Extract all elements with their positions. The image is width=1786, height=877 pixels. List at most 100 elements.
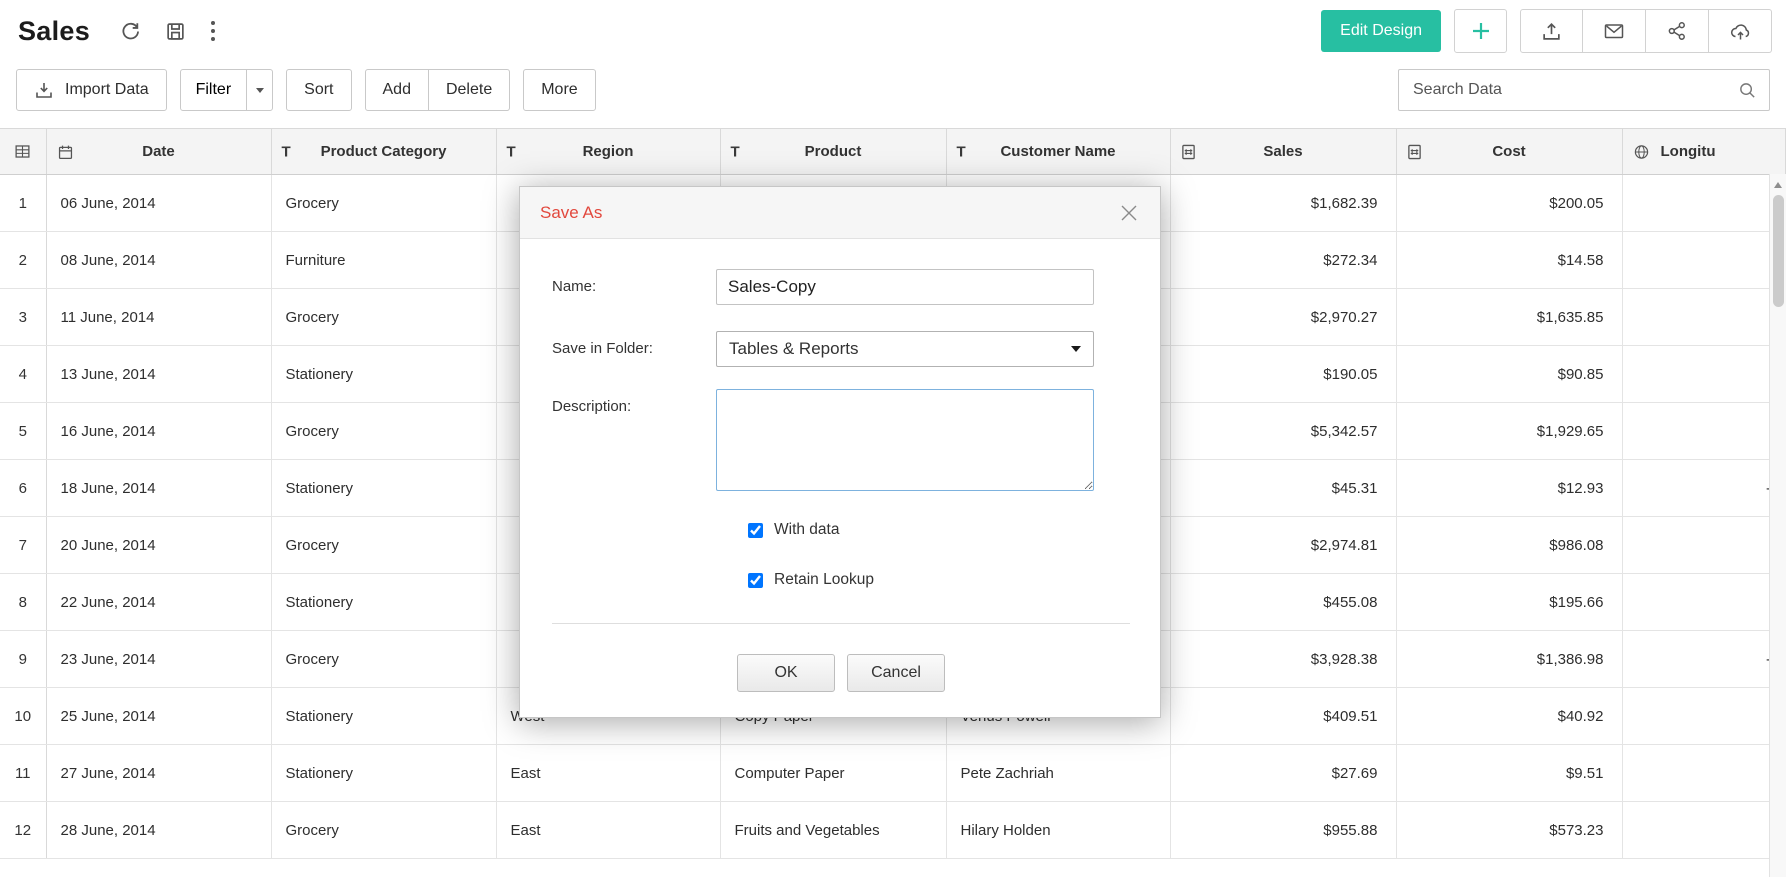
publish-button[interactable] xyxy=(1709,9,1772,53)
column-header-date[interactable]: Date xyxy=(46,129,271,175)
cell-date[interactable]: 27 June, 2014 xyxy=(46,745,271,802)
cell-date[interactable]: 06 June, 2014 xyxy=(46,175,271,232)
cell-product[interactable]: Computer Paper xyxy=(720,745,946,802)
scroll-up-arrow-icon[interactable] xyxy=(1774,182,1782,188)
cell-customer-name[interactable]: Pete Zachriah xyxy=(946,745,1170,802)
cell-cost[interactable]: $200.05 xyxy=(1396,175,1622,232)
cell-longitude[interactable] xyxy=(1622,517,1786,574)
cell-sales[interactable]: $272.34 xyxy=(1170,232,1396,289)
share-button[interactable] xyxy=(1646,9,1709,53)
row-number[interactable]: 3 xyxy=(0,289,46,346)
vertical-scrollbar[interactable] xyxy=(1769,174,1786,877)
retain-lookup-checkbox[interactable] xyxy=(748,573,763,588)
edit-design-button[interactable]: Edit Design xyxy=(1321,10,1441,52)
cell-longitude[interactable] xyxy=(1622,688,1786,745)
column-header-sales[interactable]: Sales xyxy=(1170,129,1396,175)
with-data-checkbox[interactable] xyxy=(748,523,763,538)
cell-cost[interactable]: $1,386.98 xyxy=(1396,631,1622,688)
row-number[interactable]: 8 xyxy=(0,574,46,631)
row-number[interactable]: 6 xyxy=(0,460,46,517)
cell-region[interactable]: East xyxy=(496,802,720,859)
add-button[interactable]: Add xyxy=(365,69,429,111)
cell-cost[interactable]: $9.51 xyxy=(1396,745,1622,802)
cell-cost[interactable]: $1,929.65 xyxy=(1396,403,1622,460)
cell-longitude[interactable]: - xyxy=(1622,460,1786,517)
row-number[interactable]: 12 xyxy=(0,802,46,859)
cell-date[interactable]: 13 June, 2014 xyxy=(46,346,271,403)
cell-product-category[interactable]: Stationery xyxy=(271,574,496,631)
cell-cost[interactable]: $986.08 xyxy=(1396,517,1622,574)
cell-sales[interactable]: $45.31 xyxy=(1170,460,1396,517)
name-input[interactable] xyxy=(716,269,1094,305)
cell-cost[interactable]: $195.66 xyxy=(1396,574,1622,631)
cell-date[interactable]: 23 June, 2014 xyxy=(46,631,271,688)
cell-product-category[interactable]: Stationery xyxy=(271,745,496,802)
cell-longitude[interactable] xyxy=(1622,745,1786,802)
scrollbar-thumb[interactable] xyxy=(1773,195,1784,307)
cell-sales[interactable]: $455.08 xyxy=(1170,574,1396,631)
cell-product-category[interactable]: Stationery xyxy=(271,688,496,745)
row-number[interactable]: 2 xyxy=(0,232,46,289)
cell-sales[interactable]: $1,682.39 xyxy=(1170,175,1396,232)
cell-sales[interactable]: $3,928.38 xyxy=(1170,631,1396,688)
search-input[interactable] xyxy=(1411,80,1738,100)
cell-longitude[interactable]: - xyxy=(1622,631,1786,688)
cell-cost[interactable]: $90.85 xyxy=(1396,346,1622,403)
row-number[interactable]: 1 xyxy=(0,175,46,232)
description-textarea[interactable] xyxy=(716,389,1094,491)
cell-product-category[interactable]: Grocery xyxy=(271,289,496,346)
column-header-longitude[interactable]: Longitu xyxy=(1622,129,1786,175)
cell-longitude[interactable] xyxy=(1622,802,1786,859)
close-dialog-button[interactable] xyxy=(1118,202,1140,224)
column-header-product-category[interactable]: T Product Category xyxy=(271,129,496,175)
cell-product-category[interactable]: Grocery xyxy=(271,631,496,688)
cell-longitude[interactable] xyxy=(1622,346,1786,403)
cell-date[interactable]: 16 June, 2014 xyxy=(46,403,271,460)
cell-product-category[interactable]: Stationery xyxy=(271,460,496,517)
column-header-region[interactable]: T Region xyxy=(496,129,720,175)
row-number[interactable]: 7 xyxy=(0,517,46,574)
cell-product[interactable]: Fruits and Vegetables xyxy=(720,802,946,859)
cell-cost[interactable]: $12.93 xyxy=(1396,460,1622,517)
cell-longitude[interactable] xyxy=(1622,232,1786,289)
delete-button[interactable]: Delete xyxy=(428,69,510,111)
export-button[interactable] xyxy=(1520,9,1583,53)
cell-product-category[interactable]: Grocery xyxy=(271,802,496,859)
cell-sales[interactable]: $409.51 xyxy=(1170,688,1396,745)
cell-sales[interactable]: $27.69 xyxy=(1170,745,1396,802)
cell-date[interactable]: 11 June, 2014 xyxy=(46,289,271,346)
row-number[interactable]: 4 xyxy=(0,346,46,403)
cell-product-category[interactable]: Stationery xyxy=(271,346,496,403)
cell-longitude[interactable] xyxy=(1622,289,1786,346)
cell-product-category[interactable]: Furniture xyxy=(271,232,496,289)
row-number[interactable]: 9 xyxy=(0,631,46,688)
ok-button[interactable]: OK xyxy=(737,654,835,692)
folder-select[interactable]: Tables & Reports xyxy=(716,331,1094,367)
cell-sales[interactable]: $5,342.57 xyxy=(1170,403,1396,460)
cell-product-category[interactable]: Grocery xyxy=(271,175,496,232)
cell-cost[interactable]: $14.58 xyxy=(1396,232,1622,289)
column-header-cost[interactable]: Cost xyxy=(1396,129,1622,175)
row-number[interactable]: 11 xyxy=(0,745,46,802)
cell-date[interactable]: 25 June, 2014 xyxy=(46,688,271,745)
cell-sales[interactable]: $190.05 xyxy=(1170,346,1396,403)
cell-date[interactable]: 20 June, 2014 xyxy=(46,517,271,574)
add-new-button[interactable] xyxy=(1454,9,1507,53)
cell-region[interactable]: East xyxy=(496,745,720,802)
cell-product-category[interactable]: Grocery xyxy=(271,517,496,574)
cell-date[interactable]: 08 June, 2014 xyxy=(46,232,271,289)
save-button[interactable] xyxy=(165,21,186,42)
cell-longitude[interactable] xyxy=(1622,175,1786,232)
cancel-button[interactable]: Cancel xyxy=(847,654,945,692)
cell-cost[interactable]: $573.23 xyxy=(1396,802,1622,859)
filter-button[interactable]: Filter xyxy=(180,69,248,111)
email-button[interactable] xyxy=(1583,9,1646,53)
cell-sales[interactable]: $955.88 xyxy=(1170,802,1396,859)
column-header-customer-name[interactable]: T Customer Name xyxy=(946,129,1170,175)
more-button[interactable]: More xyxy=(523,69,595,111)
cell-date[interactable]: 18 June, 2014 xyxy=(46,460,271,517)
cell-customer-name[interactable]: Hilary Holden xyxy=(946,802,1170,859)
column-header-product[interactable]: T Product xyxy=(720,129,946,175)
cell-date[interactable]: 22 June, 2014 xyxy=(46,574,271,631)
sort-button[interactable]: Sort xyxy=(286,69,351,111)
